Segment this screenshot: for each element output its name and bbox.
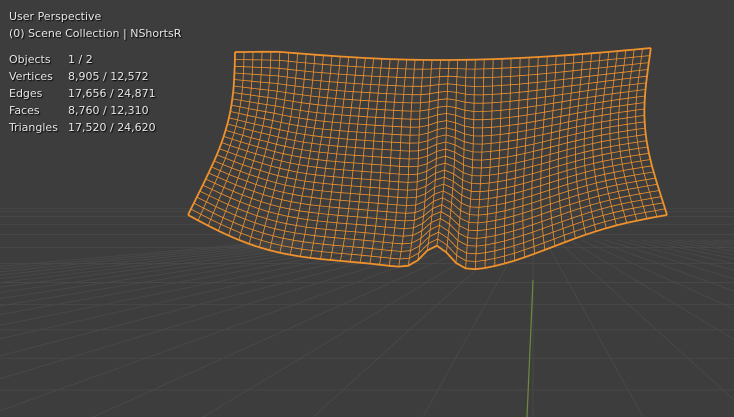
mesh-edge-loop — [234, 75, 648, 96]
grid-line — [312, 239, 510, 417]
floor-grid — [0, 208, 734, 417]
y-axis-line — [526, 279, 534, 417]
grid-line — [676, 239, 734, 249]
collection-name: (0) Scene Collection | NShortsR — [9, 27, 182, 40]
wireframe-mesh[interactable] — [187, 47, 668, 271]
grid-line — [544, 239, 644, 417]
grid-line — [422, 239, 522, 417]
grid-line — [202, 239, 498, 417]
grid-line — [0, 239, 402, 307]
mesh-edge-ring — [340, 57, 366, 261]
grid-line — [724, 239, 734, 242]
grid-line — [700, 239, 734, 245]
grid-line — [604, 239, 734, 280]
grid-line — [0, 239, 390, 299]
stat-faces: Faces 8,760 / 12,310 — [9, 104, 149, 117]
grid-line — [0, 239, 414, 315]
mesh-edge-ring — [643, 47, 668, 216]
grid-line — [580, 239, 734, 310]
grid-line — [628, 239, 734, 265]
stat-vertices: Vertices 8,905 / 12,572 — [9, 70, 149, 83]
stat-edges: Edges 17,656 / 24,871 — [9, 87, 156, 100]
mesh-edge-loop — [233, 89, 646, 112]
grid-line — [556, 239, 734, 401]
mesh-edge-ring — [566, 54, 576, 239]
mesh-edge-ring — [320, 56, 350, 260]
stat-triangles: Triangles 17,520 / 24,620 — [9, 121, 156, 134]
mesh-edge-ring — [379, 59, 399, 265]
grid-line — [0, 239, 450, 357]
grid-line — [592, 239, 734, 292]
mesh-edge-ring — [330, 57, 358, 261]
mesh-edge-ring — [218, 51, 263, 231]
grid-line — [92, 239, 486, 417]
stat-objects: Objects 1 / 2 — [9, 53, 93, 66]
viewport-info-overlay: User Perspective (0) Scene Collection | … — [9, 8, 181, 136]
view-name: User Perspective — [9, 10, 102, 23]
mesh-edge-ring — [369, 59, 391, 264]
grid-line — [688, 239, 734, 247]
mesh-edge-ring — [583, 53, 597, 232]
scene-statistics: Objects 1 / 2 Vertices 8,905 / 12,572 Edge… — [9, 51, 181, 136]
